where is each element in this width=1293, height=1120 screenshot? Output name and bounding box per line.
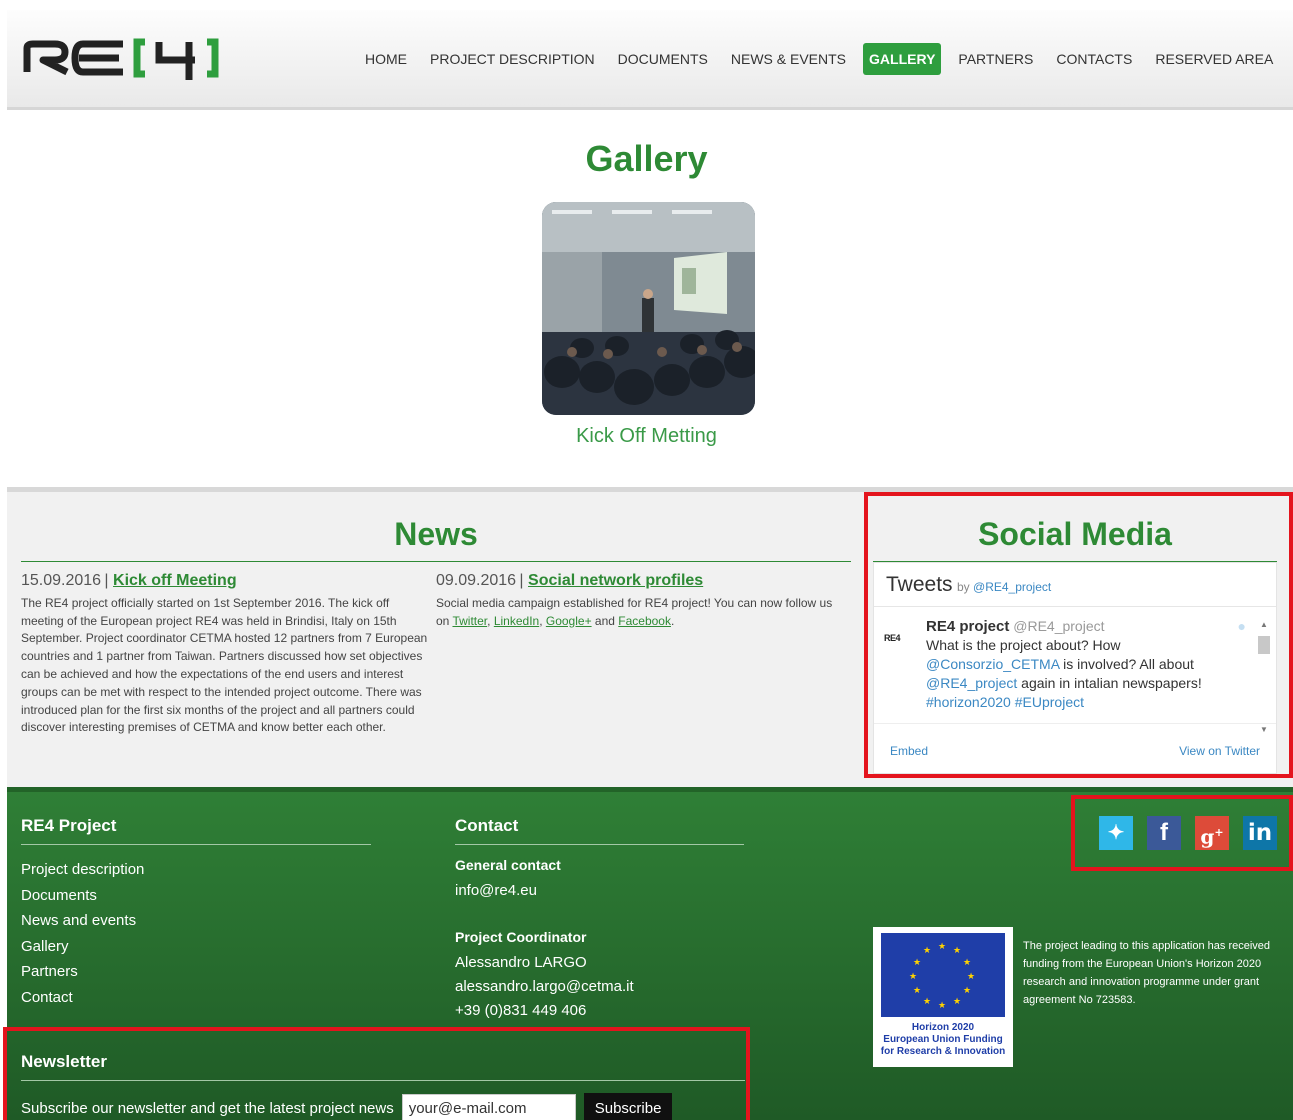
news-title-link[interactable]: Social network profiles	[528, 572, 703, 589]
footer-link-project-description[interactable]: Project description	[21, 857, 371, 883]
scroll-up-icon[interactable]: ▲	[1258, 615, 1270, 634]
footer-link-contact[interactable]: Contact	[21, 985, 371, 1011]
gallery-photo[interactable]	[542, 202, 755, 415]
general-email-link[interactable]: info@re4.eu	[455, 879, 744, 903]
newsletter-title: Newsletter	[21, 1052, 745, 1081]
nav-news-events[interactable]: NEWS & EVENTS	[725, 43, 852, 75]
linkedin-link[interactable]: LinkedIn	[494, 614, 539, 628]
photo-caption[interactable]: Kick Off Metting	[0, 425, 1293, 448]
news-date: 09.09.2016	[436, 572, 517, 589]
linkedin-icon[interactable]: in	[1243, 816, 1277, 850]
footer-project-title: RE4 Project	[21, 816, 371, 845]
nav-project-description[interactable]: PROJECT DESCRIPTION	[424, 43, 601, 75]
newsletter-email-input[interactable]	[401, 1094, 576, 1120]
site-header: HOME PROJECT DESCRIPTION DOCUMENTS NEWS …	[7, 10, 1293, 110]
mention-link[interactable]: @Consorzio_CETMA	[926, 656, 1059, 672]
nav-documents[interactable]: DOCUMENTS	[612, 43, 714, 75]
footer-project-column: RE4 Project Project description Document…	[21, 816, 371, 1010]
footer-link-gallery[interactable]: Gallery	[21, 934, 371, 960]
news-body: The RE4 project officially started on 1s…	[21, 595, 428, 735]
nav-home[interactable]: HOME	[359, 43, 413, 75]
widget-header: Tweets by @RE4_project	[874, 563, 1276, 607]
news-title-link[interactable]: Kick off Meeting	[113, 572, 237, 589]
twitter-icon[interactable]: ✦	[1099, 816, 1133, 850]
facebook-link[interactable]: Facebook	[618, 614, 671, 628]
hashtag-links[interactable]: #horizon2020 #EUproject	[926, 694, 1084, 710]
news-item: 15.09.2016 | Kick off Meeting The RE4 pr…	[21, 572, 431, 737]
tweet-author[interactable]: RE4 project	[926, 618, 1009, 635]
news-heading: News	[21, 516, 851, 562]
re4-avatar: RE4	[884, 633, 901, 643]
coordinator-phone: +39 (0)831 449 406	[455, 1002, 587, 1019]
nav-contacts[interactable]: CONTACTS	[1050, 43, 1138, 75]
coordinator-name: Alessandro LARGO	[455, 954, 587, 971]
re4-logo[interactable]	[23, 28, 223, 86]
news-section: News 15.09.2016 | Kick off Meeting The R…	[7, 487, 1293, 787]
widget-footer: Embed View on Twitter	[874, 723, 1276, 773]
newsletter-section: Newsletter Subscribe our newsletter and …	[21, 1052, 745, 1120]
tweet[interactable]: RE4 RE4 project @RE4_project What is the…	[874, 607, 1276, 734]
newsletter-text: Subscribe our newsletter and get the lat…	[21, 1099, 394, 1117]
news-date: 15.09.2016	[21, 572, 102, 589]
google-plus-link[interactable]: Google+	[546, 614, 592, 628]
google-plus-icon[interactable]: g+	[1195, 816, 1229, 850]
coordinator-email-link[interactable]: alessandro.largo@cetma.it	[455, 975, 744, 999]
eu-funding-text: The project leading to this application …	[1023, 940, 1271, 1006]
widget-title: Tweets	[886, 573, 953, 596]
footer-contact-title: Contact	[455, 816, 744, 845]
eu-funding-logo: ★ ★ ★ ★ ★ ★ ★ ★ ★ ★ ★ ★ Horizon 2020 European …	[873, 927, 1013, 1067]
nav-gallery[interactable]: GALLERY	[863, 43, 942, 75]
social-icons: ✦ f g+ in	[1099, 816, 1277, 850]
general-contact-label: General contact	[455, 857, 561, 873]
social-media-heading: Social Media	[873, 516, 1277, 562]
site-footer: RE4 Project Project description Document…	[7, 787, 1293, 1120]
eu-flag-icon: ★ ★ ★ ★ ★ ★ ★ ★ ★ ★ ★ ★	[881, 933, 1005, 1017]
footer-contact-column: Contact General contact info@re4.eu Proj…	[455, 816, 744, 1023]
widget-handle-link[interactable]: @RE4_project	[973, 580, 1051, 594]
footer-link-documents[interactable]: Documents	[21, 883, 371, 909]
twitter-bird-icon: ●	[1237, 618, 1246, 634]
footer-link-news-events[interactable]: News and events	[21, 908, 371, 934]
coordinator-label: Project Coordinator	[455, 929, 587, 945]
scroll-thumb[interactable]	[1258, 636, 1270, 654]
twitter-timeline-widget: Tweets by @RE4_project RE4 RE4 project @…	[873, 562, 1277, 774]
tweet-handle[interactable]: @RE4_project	[1013, 618, 1104, 634]
news-item: 09.09.2016 | Social network profiles Soc…	[436, 572, 846, 630]
footer-link-partners[interactable]: Partners	[21, 959, 371, 985]
main-nav: HOME PROJECT DESCRIPTION DOCUMENTS NEWS …	[359, 43, 1290, 75]
twitter-link[interactable]: Twitter	[452, 614, 487, 628]
page-title: Gallery	[585, 138, 708, 179]
scrollbar[interactable]: ▲ ▼	[1258, 615, 1270, 734]
news-body: Social media campaign established for RE…	[436, 595, 833, 628]
facebook-icon[interactable]: f	[1147, 816, 1181, 850]
tweet-text: What is the project about? How @Consorzi…	[926, 637, 1202, 710]
mention-link[interactable]: @RE4_project	[926, 675, 1017, 691]
view-on-twitter-link[interactable]: View on Twitter	[1179, 744, 1260, 758]
embed-link[interactable]: Embed	[890, 744, 928, 758]
nav-partners[interactable]: PARTNERS	[952, 43, 1039, 75]
nav-reserved-area[interactable]: RESERVED AREA	[1149, 43, 1279, 75]
subscribe-button[interactable]: Subscribe	[583, 1093, 673, 1120]
